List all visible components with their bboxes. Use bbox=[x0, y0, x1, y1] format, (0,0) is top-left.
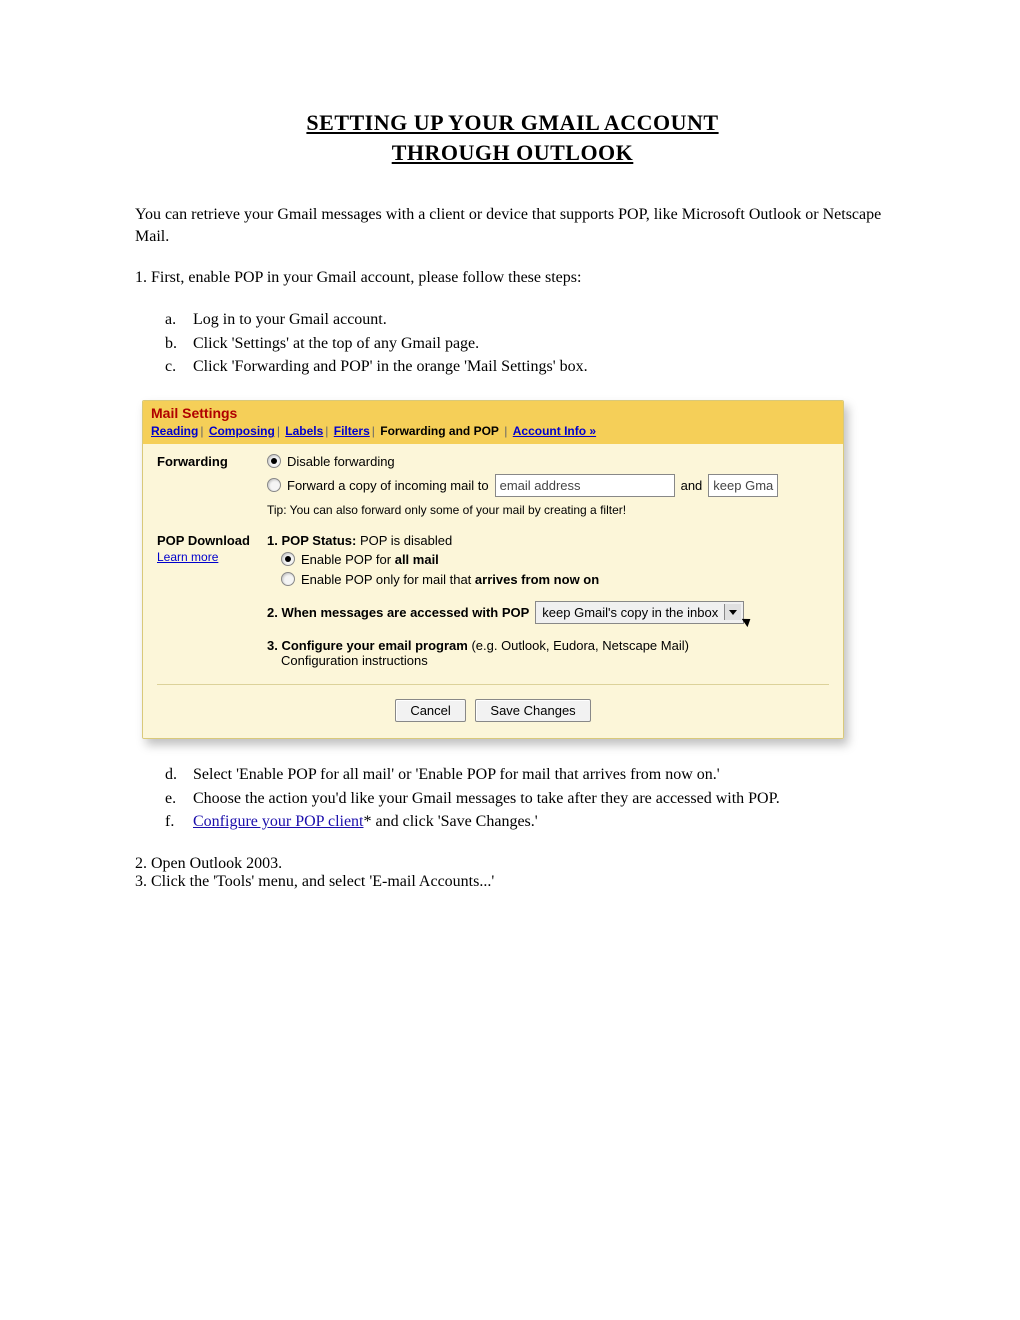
tab-labels[interactable]: Labels bbox=[285, 424, 323, 438]
substep-c: c. Click 'Forwarding and POP' in the ora… bbox=[165, 356, 890, 378]
radio-enable-pop-new[interactable] bbox=[281, 572, 295, 586]
page-title-line1: SETTING UP YOUR GMAIL ACCOUNT bbox=[135, 110, 890, 136]
panel-tabs: Reading| Composing| Labels| Filters| For… bbox=[151, 424, 835, 438]
chevron-down-icon bbox=[724, 604, 741, 620]
configuration-instructions-link[interactable]: Configuration instructions bbox=[281, 653, 428, 668]
panel-title: Mail Settings bbox=[151, 405, 835, 421]
pop-status-label: 1. POP Status: bbox=[267, 533, 356, 548]
substep-e: e. Choose the action you'd like your Gma… bbox=[165, 788, 890, 810]
radio-enable-pop-all[interactable] bbox=[281, 552, 295, 566]
intro-text: You can retrieve your Gmail messages wit… bbox=[135, 204, 890, 247]
substep-f: f. Configure your POP client* and click … bbox=[165, 811, 890, 833]
mail-settings-panel: Mail Settings Reading| Composing| Labels… bbox=[142, 400, 844, 739]
configure-program-examples: (e.g. Outlook, Eudora, Netscape Mail) bbox=[468, 638, 689, 653]
save-changes-button[interactable]: Save Changes bbox=[475, 699, 590, 722]
cancel-button[interactable]: Cancel bbox=[395, 699, 465, 722]
tab-reading[interactable]: Reading bbox=[151, 424, 198, 438]
pop-action-select[interactable]: keep Gmail's copy in the inbox bbox=[535, 601, 744, 624]
radio-forward-copy-label: Forward a copy of incoming mail to bbox=[287, 478, 489, 493]
divider bbox=[157, 684, 829, 685]
pop-status-value: POP is disabled bbox=[356, 533, 452, 548]
substep-b: b. Click 'Settings' at the top of any Gm… bbox=[165, 333, 890, 355]
forward-and-label: and bbox=[681, 478, 703, 493]
forwarding-label: Forwarding bbox=[157, 454, 267, 517]
forward-email-input[interactable]: email address bbox=[495, 474, 675, 497]
learn-more-link[interactable]: Learn more bbox=[157, 550, 267, 564]
tab-composing[interactable]: Composing bbox=[209, 424, 275, 438]
forward-tip-text: Tip: You can also forward only some of y… bbox=[267, 503, 544, 517]
radio-disable-forwarding-label: Disable forwarding bbox=[287, 454, 395, 469]
radio-forward-copy[interactable] bbox=[267, 478, 281, 492]
configure-pop-client-link[interactable]: Configure your POP client bbox=[193, 813, 364, 830]
tab-account-info[interactable]: Account Info » bbox=[513, 424, 596, 438]
step-2: 2. Open Outlook 2003. bbox=[135, 855, 890, 873]
pop-access-label: 2. When messages are accessed with POP bbox=[267, 605, 529, 620]
pop-download-label: POP Download bbox=[157, 533, 250, 548]
step-1: 1. First, enable POP in your Gmail accou… bbox=[135, 269, 890, 287]
page-title-line2: THROUGH OUTLOOK bbox=[135, 140, 890, 166]
radio-enable-pop-all-label: Enable POP for all mail bbox=[301, 552, 439, 567]
configure-program-label: 3. Configure your email program bbox=[267, 638, 468, 653]
tab-filters[interactable]: Filters bbox=[334, 424, 370, 438]
radio-disable-forwarding[interactable] bbox=[267, 454, 281, 468]
substep-d: d. Select 'Enable POP for all mail' or '… bbox=[165, 764, 890, 786]
step-3: 3. Click the 'Tools' menu, and select 'E… bbox=[135, 873, 890, 891]
tab-forwarding-pop[interactable]: Forwarding and POP bbox=[380, 424, 499, 438]
forward-keep-select[interactable]: keep Gma bbox=[708, 474, 778, 497]
substep-a: a. Log in to your Gmail account. bbox=[165, 309, 890, 331]
create-filter-link[interactable]: creating a filter! bbox=[544, 503, 626, 517]
radio-enable-pop-new-label: Enable POP only for mail that arrives fr… bbox=[301, 572, 599, 587]
